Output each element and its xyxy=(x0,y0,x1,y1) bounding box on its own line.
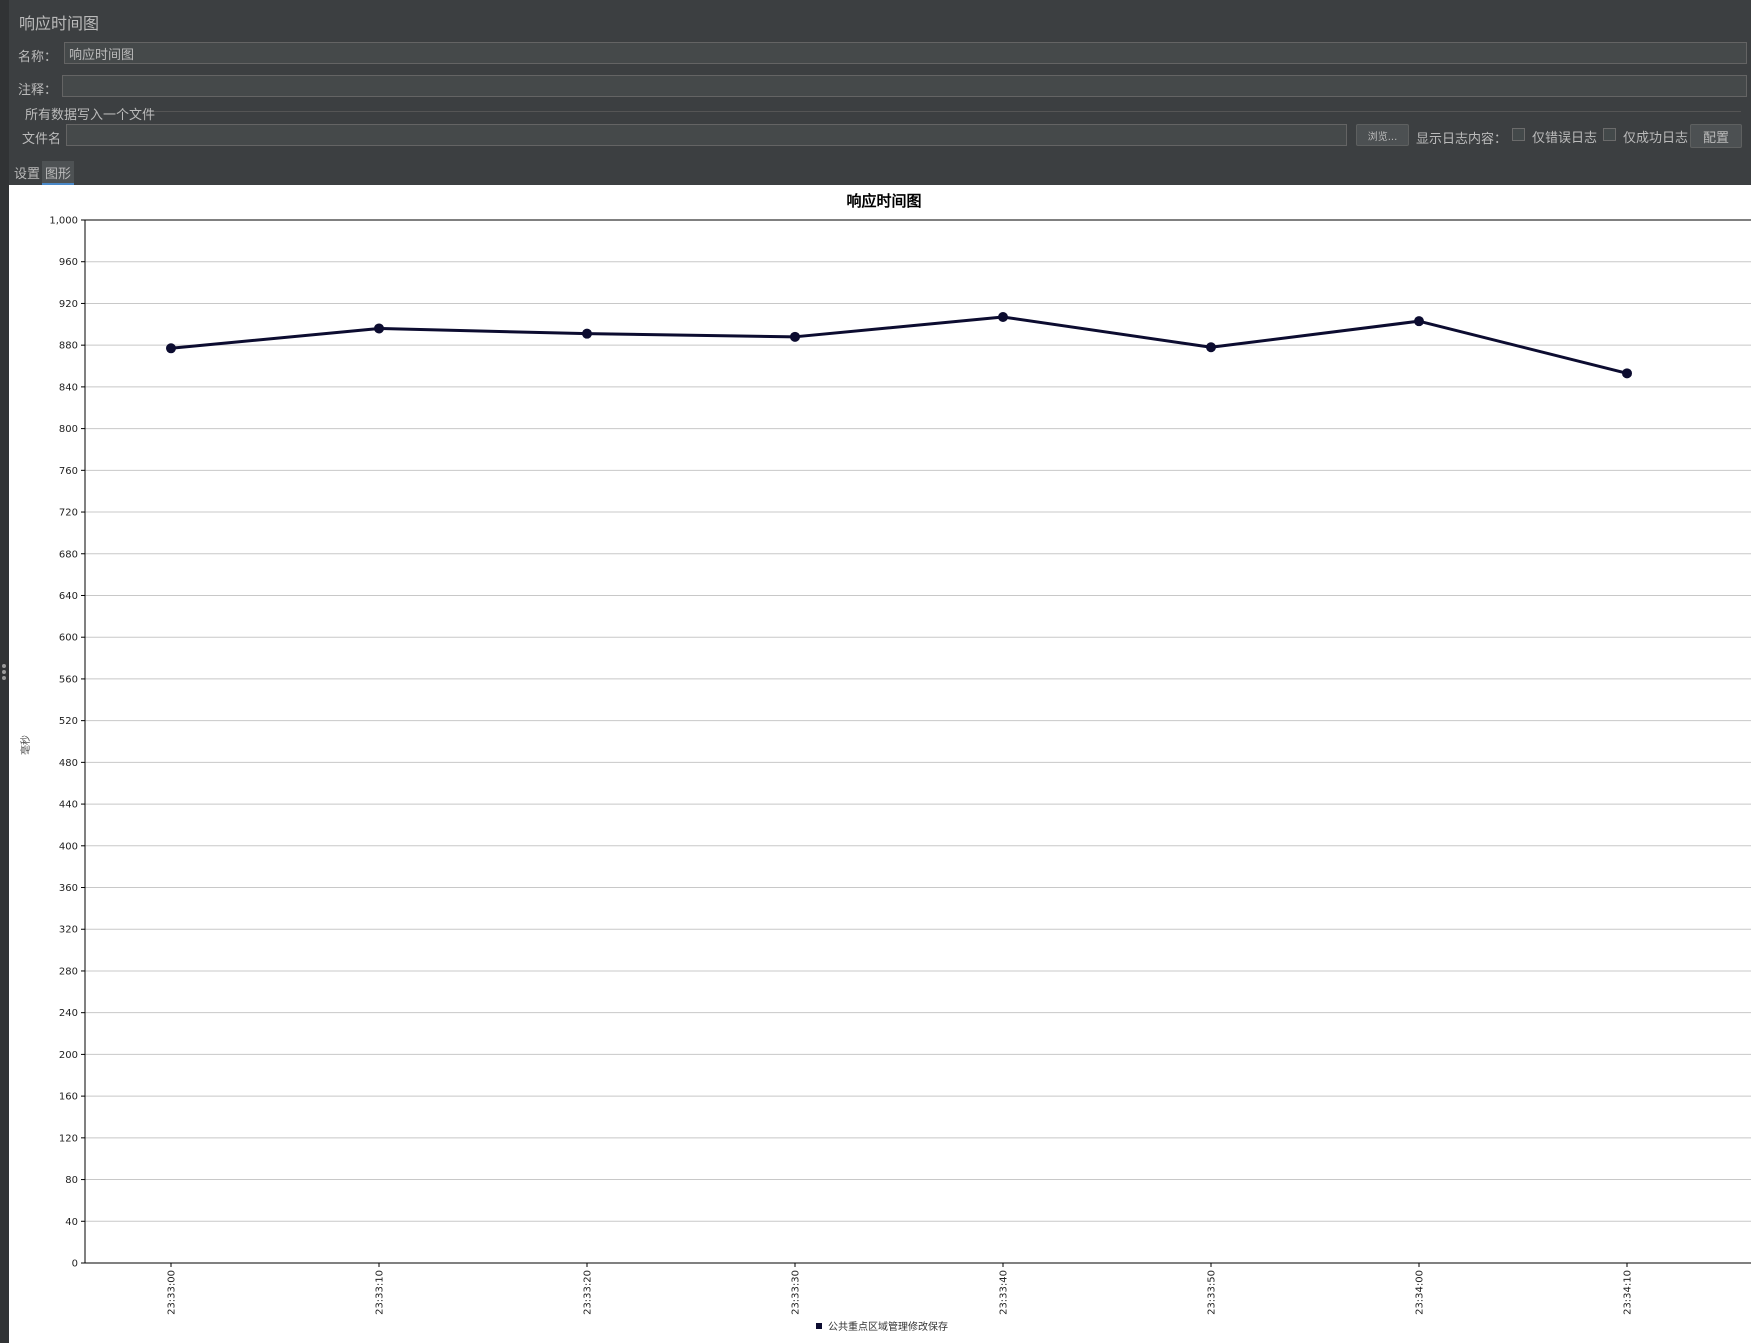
y-tick-label: 840 xyxy=(59,382,78,393)
y-tick-label: 920 xyxy=(59,299,78,310)
y-tick-label: 1,000 xyxy=(49,216,78,227)
grip-dot-icon xyxy=(2,670,6,674)
y-tick-label: 280 xyxy=(59,966,78,977)
y-tick-label: 240 xyxy=(59,1008,78,1019)
y-tick-label: 880 xyxy=(59,341,78,352)
comment-label: 注释： xyxy=(18,83,58,98)
y-tick-label: 760 xyxy=(59,466,78,477)
grip-dot-icon xyxy=(2,664,6,668)
data-point xyxy=(582,328,592,339)
x-tick-label: 23:33:50 xyxy=(1207,1270,1218,1315)
data-point xyxy=(1206,342,1216,353)
group-title: 所有数据写入一个文件 xyxy=(25,108,156,123)
success-only-label: 仅成功日志 xyxy=(1623,131,1689,146)
y-tick-label: 120 xyxy=(59,1133,78,1144)
y-axis-label: 毫秒 xyxy=(19,735,32,755)
data-point xyxy=(166,343,176,354)
y-tick-label: 0 xyxy=(72,1259,78,1270)
x-tick-label: 23:33:00 xyxy=(167,1270,178,1315)
y-tick-label: 40 xyxy=(65,1217,78,1228)
legend-label: 公共重点区域管理修改保存 xyxy=(828,1320,948,1333)
comment-input[interactable] xyxy=(62,75,1747,97)
data-point xyxy=(790,331,800,342)
y-tick-label: 320 xyxy=(59,925,78,936)
errors-only-checkbox[interactable] xyxy=(1512,128,1525,141)
log-display-label: 显示日志内容： xyxy=(1416,132,1508,147)
y-tick-label: 680 xyxy=(59,549,78,560)
data-point xyxy=(1414,316,1424,327)
group-divider xyxy=(150,111,1741,112)
response-time-chart: 0 40 80 120 160 200 240 280 320 360 400 440 480 520 56… xyxy=(19,192,1751,1333)
x-tick-label: 23:33:10 xyxy=(375,1270,386,1315)
success-only-checkbox[interactable] xyxy=(1603,128,1616,141)
name-label: 名称： xyxy=(18,50,58,65)
filename-input[interactable] xyxy=(66,124,1347,146)
chart-title: 响应时间图 xyxy=(846,192,921,210)
y-tick-label: 440 xyxy=(59,800,78,811)
y-tick-label: 360 xyxy=(59,883,78,894)
y-tick-label: 960 xyxy=(59,257,78,268)
tab-settings[interactable]: 设置 xyxy=(11,161,43,183)
x-tick-label: 23:33:30 xyxy=(791,1270,802,1315)
data-point xyxy=(374,323,384,334)
filename-label: 文件名 xyxy=(22,132,62,147)
tab-graph[interactable]: 图形 xyxy=(42,161,75,185)
y-tick-label: 560 xyxy=(59,674,78,685)
panel-title: 响应时间图 xyxy=(19,14,100,33)
data-point xyxy=(998,311,1008,322)
x-tick-label: 23:33:20 xyxy=(583,1270,594,1315)
legend: 公共重点区域管理修改保存 xyxy=(816,1320,948,1333)
errors-only-label: 仅错误日志 xyxy=(1532,131,1598,146)
y-tick-label: 520 xyxy=(59,716,78,727)
x-tick-label: 23:34:00 xyxy=(1415,1270,1426,1315)
y-tick-label: 640 xyxy=(59,591,78,602)
y-tick-label: 800 xyxy=(59,424,78,435)
y-tick-label: 160 xyxy=(59,1092,78,1103)
y-tick-label: 400 xyxy=(59,841,78,852)
left-resize-strip[interactable] xyxy=(0,0,9,1343)
y-tick-label: 480 xyxy=(59,758,78,769)
name-input[interactable] xyxy=(64,42,1747,64)
y-tick-label: 600 xyxy=(59,633,78,644)
legend-swatch xyxy=(816,1323,822,1329)
browse-button[interactable]: 浏览... xyxy=(1356,124,1409,146)
y-tick-label: 720 xyxy=(59,508,78,519)
x-tick-label: 23:34:10 xyxy=(1623,1270,1634,1315)
configure-button[interactable]: 配置 xyxy=(1690,124,1742,148)
y-tick-label: 80 xyxy=(65,1175,78,1186)
x-tick-label: 23:33:40 xyxy=(999,1270,1010,1315)
y-tick-label: 200 xyxy=(59,1050,78,1061)
data-point xyxy=(1622,368,1632,379)
chart-panel: 0 40 80 120 160 200 240 280 320 360 400 440 480 520 56… xyxy=(9,185,1751,1343)
grip-dot-icon xyxy=(2,676,6,680)
